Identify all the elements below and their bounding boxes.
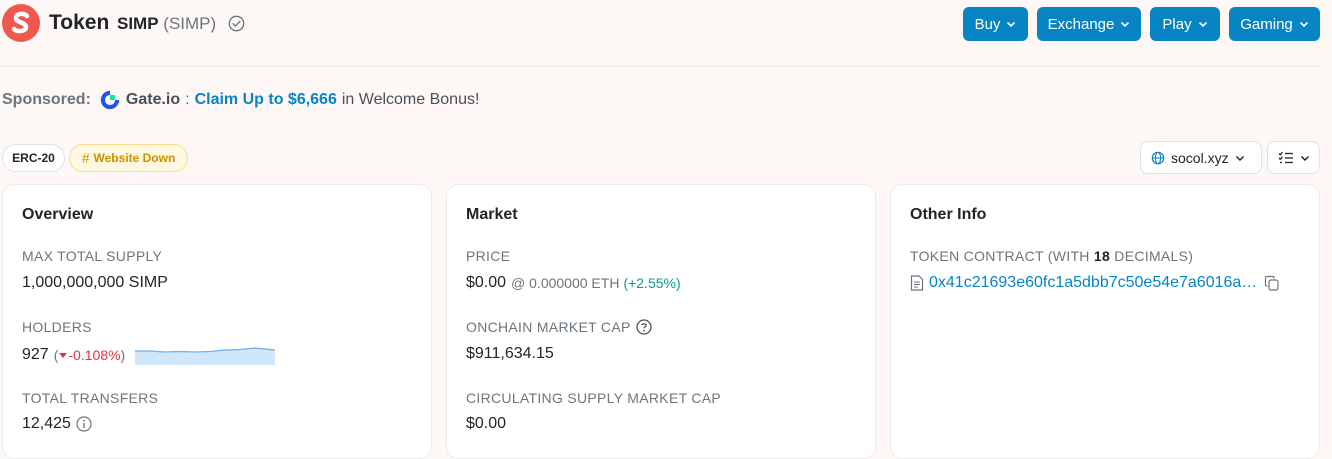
contract-label: TOKEN CONTRACT (WITH 18 DECIMALS) bbox=[910, 248, 1193, 264]
holders-row: 927 ( -0.108% ) bbox=[22, 345, 277, 365]
circ-mcap-label: CIRCULATING SUPPLY MARKET CAP bbox=[466, 390, 722, 406]
erc20-badge-label: ERC-20 bbox=[12, 151, 55, 165]
globe-icon bbox=[1151, 151, 1165, 164]
chevron-down-icon bbox=[1007, 21, 1016, 28]
header-divider bbox=[0, 66, 1320, 67]
overview-card: Overview MAX TOTAL SUPPLY 1,000,000,000 … bbox=[2, 184, 432, 459]
buy-button[interactable]: Buy bbox=[963, 7, 1028, 41]
market-title: Market bbox=[466, 206, 518, 223]
token-logo bbox=[2, 4, 40, 42]
verified-check-icon[interactable] bbox=[228, 15, 245, 32]
more-options-dropdown[interactable] bbox=[1267, 141, 1320, 174]
token-symbol-paren: (SIMP) bbox=[163, 14, 217, 33]
price-change: (+2.55%) bbox=[623, 275, 681, 291]
chevron-down-icon bbox=[1121, 21, 1130, 28]
website-dropdown[interactable]: socol.xyz bbox=[1140, 141, 1262, 174]
holders-label: HOLDERS bbox=[22, 319, 92, 335]
exchange-button-label: Exchange bbox=[1047, 15, 1115, 33]
holders-sparkline bbox=[135, 347, 276, 365]
play-button-label: Play bbox=[1162, 15, 1192, 33]
page-title: Token bbox=[49, 11, 110, 34]
holders-change-value: -0.108% bbox=[68, 347, 121, 363]
token-symbol: SIMP bbox=[117, 14, 159, 33]
chevron-down-icon bbox=[1300, 155, 1309, 161]
contract-address-link[interactable]: 0x41c21693e60fc1a5dbb7c50e54e7a6016a… bbox=[929, 274, 1257, 292]
website-down-label: Website Down bbox=[93, 151, 176, 165]
gate-io-logo-icon[interactable] bbox=[99, 89, 121, 111]
play-button[interactable]: Play bbox=[1150, 7, 1220, 41]
holders-value: 927 bbox=[22, 346, 49, 363]
transfers-value: 12,425 bbox=[22, 415, 71, 432]
contract-decimals: 18 bbox=[1093, 248, 1111, 264]
sponsor-claim-link[interactable]: Claim Up to $6,666 bbox=[195, 91, 337, 109]
max-supply-value: 1,000,000,000 SIMP bbox=[22, 274, 168, 291]
sponsored-label: Sponsored: bbox=[2, 91, 91, 108]
overview-title: Overview bbox=[22, 206, 94, 223]
website-down-badge[interactable]: # Website Down bbox=[69, 144, 188, 172]
copy-icon[interactable] bbox=[1264, 275, 1280, 291]
price-label: PRICE bbox=[466, 248, 511, 264]
transfers-row: 12,425 bbox=[22, 415, 92, 433]
holders-change: ( -0.108% ) bbox=[53, 347, 126, 363]
website-dropdown-label: socol.xyz bbox=[1171, 149, 1229, 166]
onchain-mcap-label-row: ONCHAIN MARKET CAP bbox=[466, 319, 652, 335]
market-card: Market PRICE $0.00 @ 0.000000 ETH (+2.55… bbox=[446, 184, 876, 459]
info-icon[interactable] bbox=[76, 416, 92, 432]
sponsor-rest-text: in Welcome Bonus! bbox=[341, 91, 480, 108]
contract-label-post: DECIMALS) bbox=[1114, 248, 1194, 264]
sponsor-brand-link[interactable]: Gate.io bbox=[126, 91, 180, 109]
onchain-mcap-value: $911,634.15 bbox=[466, 345, 554, 362]
gaming-button[interactable]: Gaming bbox=[1229, 7, 1320, 41]
chevron-down-icon bbox=[1299, 21, 1308, 28]
contract-label-pre: TOKEN CONTRACT (WITH bbox=[910, 248, 1090, 264]
sponsored-banner: Sponsored: Gate.io : Claim Up to $6,666 … bbox=[2, 89, 479, 111]
other-info-title: Other Info bbox=[910, 206, 987, 223]
token-name: SIMP (SIMP) bbox=[117, 14, 216, 34]
contract-row: 0x41c21693e60fc1a5dbb7c50e54e7a6016a… bbox=[910, 274, 1280, 292]
price-value: $0.00 bbox=[466, 274, 507, 291]
page-header: Token SIMP (SIMP) Buy Exchange Play Gami… bbox=[0, 0, 1332, 48]
circ-mcap-value: $0.00 bbox=[466, 415, 507, 432]
max-supply-label: MAX TOTAL SUPPLY bbox=[22, 248, 163, 264]
chevron-down-icon bbox=[1235, 155, 1244, 161]
transfers-label: TOTAL TRANSFERS bbox=[22, 390, 159, 406]
gaming-button-label: Gaming bbox=[1240, 15, 1293, 33]
other-info-card: Other Info TOKEN CONTRACT (WITH 18 DECIM… bbox=[890, 184, 1320, 459]
chevron-down-icon bbox=[1198, 21, 1207, 28]
buy-button-label: Buy bbox=[974, 15, 1001, 33]
caret-down-icon bbox=[59, 353, 68, 358]
price-eth: @ 0.000000 ETH bbox=[511, 275, 620, 291]
erc20-badge[interactable]: ERC-20 bbox=[2, 144, 65, 172]
hashtag-icon: # bbox=[81, 150, 90, 166]
price-row: $0.00 @ 0.000000 ETH (+2.55%) bbox=[466, 274, 681, 292]
checklist-icon bbox=[1278, 151, 1293, 163]
exchange-button[interactable]: Exchange bbox=[1037, 7, 1141, 41]
sponsor-separator: : bbox=[185, 91, 190, 108]
onchain-mcap-label: ONCHAIN MARKET CAP bbox=[466, 319, 631, 335]
simp-logo-icon bbox=[11, 11, 30, 34]
question-icon[interactable] bbox=[635, 319, 652, 335]
file-contract-icon bbox=[910, 275, 924, 291]
